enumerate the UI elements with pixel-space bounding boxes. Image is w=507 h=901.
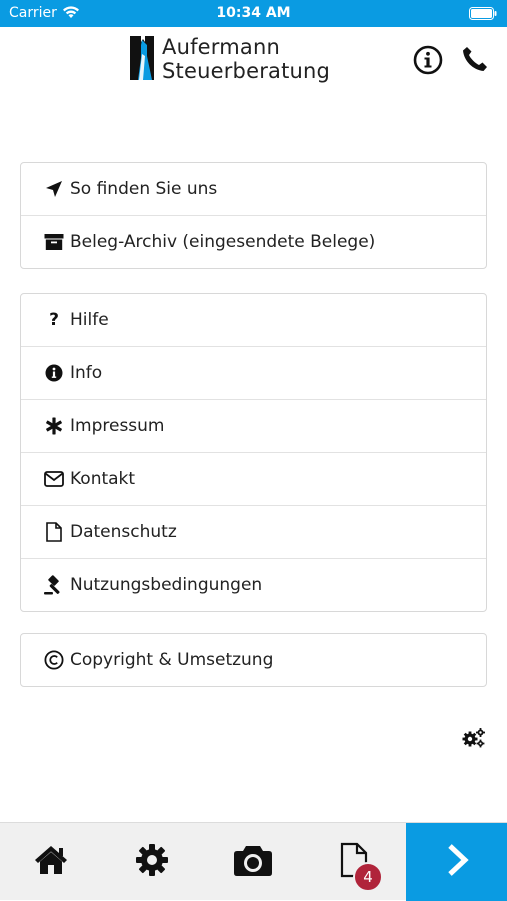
brand-line-2: Steuerberatung: [162, 59, 331, 83]
menu-item-label: Beleg-Archiv (eingesendete Belege): [70, 232, 376, 252]
menu-item-privacy[interactable]: Datenschutz: [21, 506, 486, 559]
menu-item-receipt-archive[interactable]: Beleg-Archiv (eingesendete Belege): [21, 216, 486, 268]
clock-time: 10:34 AM: [216, 5, 291, 21]
brand-line-1: Aufermann: [162, 35, 280, 59]
menu-item-label: Info: [70, 363, 103, 383]
settings-gear-icon: [135, 843, 169, 881]
brand-logo-icon: [130, 36, 154, 84]
bottom-tab-bar: 4: [0, 822, 507, 901]
brand-name: Aufermann Steuerberatung: [162, 35, 330, 83]
tab-settings[interactable]: [102, 823, 202, 901]
info-circle-icon: [43, 362, 65, 384]
menu-item-label: Nutzungsbedingungen: [70, 575, 263, 595]
phone-icon[interactable]: [461, 45, 489, 77]
menu-item-help[interactable]: ? Hilfe: [21, 294, 486, 347]
menu-item-terms[interactable]: Nutzungsbedingungen: [21, 559, 486, 611]
archive-box-icon: [43, 231, 65, 253]
status-bar: Carrier 10:34 AM: [0, 0, 507, 27]
documents-count-badge: 4: [353, 862, 383, 892]
info-icon[interactable]: [413, 45, 443, 79]
tab-documents[interactable]: [304, 823, 404, 901]
menu-item-label: Kontakt: [70, 469, 136, 489]
tab-next[interactable]: [406, 823, 507, 901]
location-arrow-icon: [43, 178, 65, 200]
envelope-icon: [43, 468, 65, 490]
menu-group-copyright: Copyright & Umsetzung: [20, 633, 487, 687]
battery-icon: [469, 7, 497, 24]
menu-item-imprint[interactable]: Impressum: [21, 400, 486, 453]
app-header: Aufermann Steuerberatung: [0, 27, 507, 97]
tab-camera[interactable]: [203, 823, 303, 901]
question-icon: ?: [49, 310, 59, 330]
asterisk-icon: [43, 415, 65, 437]
advanced-settings-icon[interactable]: [462, 727, 486, 753]
menu-group-info: ? Hilfe Info Impressum Kontakt Datenschu…: [20, 293, 487, 612]
tab-home[interactable]: [1, 823, 101, 901]
gavel-icon: [43, 574, 65, 596]
document-icon: [43, 521, 65, 543]
menu-item-label: So finden Sie uns: [70, 179, 218, 199]
menu-item-info[interactable]: Info: [21, 347, 486, 400]
menu-item-contact[interactable]: Kontakt: [21, 453, 486, 506]
menu-item-label: Datenschutz: [70, 522, 177, 542]
copyright-icon: [43, 649, 65, 671]
menu-item-label: Hilfe: [70, 310, 109, 330]
menu-item-directions[interactable]: So finden Sie uns: [21, 163, 486, 216]
menu-item-label: Impressum: [70, 416, 165, 436]
menu-item-label: Copyright & Umsetzung: [70, 650, 274, 670]
camera-icon: [233, 843, 273, 881]
menu-item-copyright[interactable]: Copyright & Umsetzung: [21, 634, 486, 686]
next-arrow-icon: [445, 844, 469, 880]
home-icon: [33, 844, 69, 880]
menu-group-location-archive: So finden Sie uns Beleg-Archiv (eingesen…: [20, 162, 487, 269]
